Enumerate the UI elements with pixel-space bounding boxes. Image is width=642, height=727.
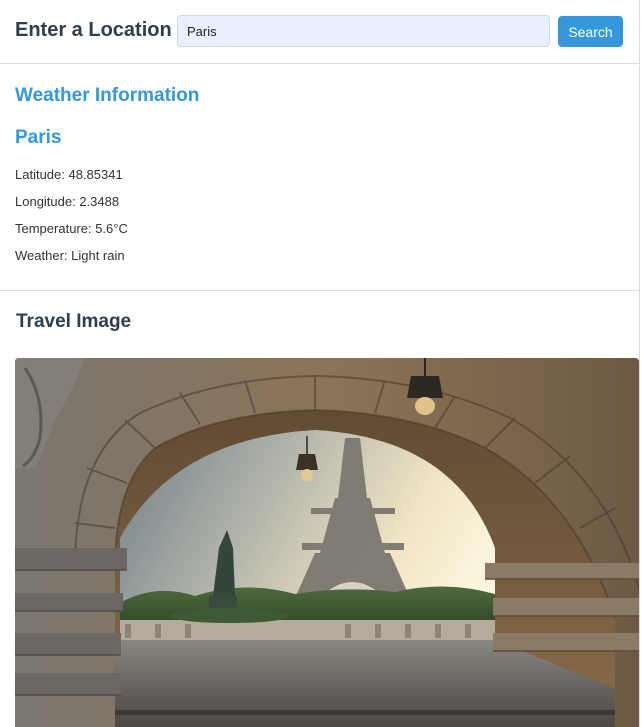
travel-section: Travel Image bbox=[0, 291, 640, 727]
weather-heading: Weather Information bbox=[15, 85, 200, 106]
search-button[interactable]: Search bbox=[558, 16, 623, 47]
page: Enter a Location Search Weather Informat… bbox=[0, 0, 642, 727]
city-name: Paris bbox=[15, 127, 62, 148]
weather-condition-text: Weather: Light rain bbox=[15, 248, 125, 263]
search-bar: Enter a Location Search bbox=[0, 0, 640, 64]
weather-section: Weather Information Paris Latitude: 48.8… bbox=[0, 65, 640, 291]
latitude-text: Latitude: 48.85341 bbox=[15, 167, 123, 182]
location-input[interactable] bbox=[177, 15, 550, 47]
longitude-text: Longitude: 2.3488 bbox=[15, 194, 120, 209]
temperature-text: Temperature: 5.6°C bbox=[15, 221, 128, 236]
travel-heading: Travel Image bbox=[16, 311, 132, 332]
travel-photo-illustration bbox=[15, 358, 639, 727]
travel-image bbox=[15, 358, 639, 727]
search-title: Enter a Location bbox=[15, 19, 172, 41]
